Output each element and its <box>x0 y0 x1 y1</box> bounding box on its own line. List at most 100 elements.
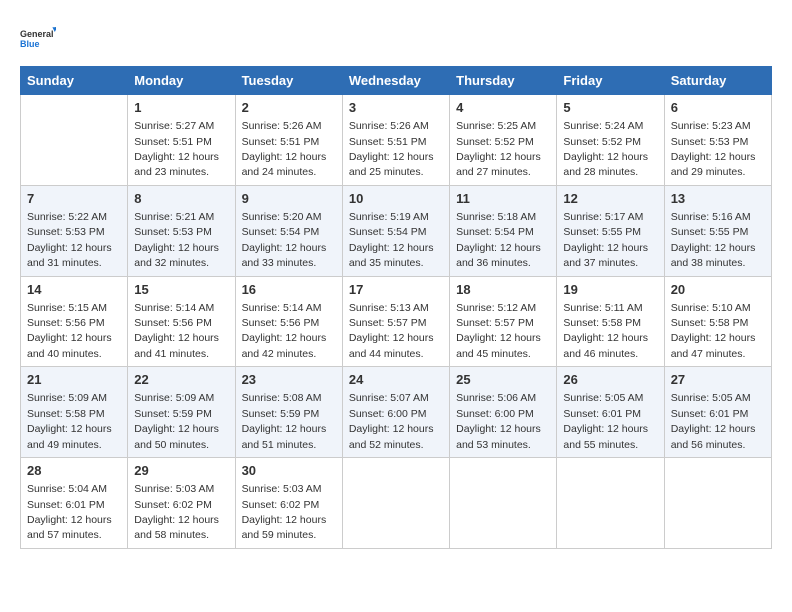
col-header-tuesday: Tuesday <box>235 67 342 95</box>
calendar-cell: 19Sunrise: 5:11 AMSunset: 5:58 PMDayligh… <box>557 276 664 367</box>
calendar-cell: 11 Sunrise: 5:18 AMSunset: 5:54 PMDayligh… <box>450 185 557 276</box>
col-header-thursday: Thursday <box>450 67 557 95</box>
calendar-cell: 14 Sunrise: 5:15 AMSunset: 5:56 PMDayligh… <box>21 276 128 367</box>
day-number: 15 <box>134 281 228 299</box>
day-info: Sunrise: 5:09 AMSunset: 5:59 PMDaylight:… <box>134 392 219 450</box>
day-number: 30 <box>242 462 336 480</box>
calendar-cell <box>664 458 771 549</box>
calendar-cell: 30 Sunrise: 5:03 AMSunset: 6:02 PMDayligh… <box>235 458 342 549</box>
day-number: 18 <box>456 281 550 299</box>
day-number: 5 <box>563 99 657 117</box>
day-info: Sunrise: 5:04 AMSunset: 6:01 PMDaylight:… <box>27 483 112 541</box>
calendar-cell <box>342 458 449 549</box>
calendar-cell: 21Sunrise: 5:09 AMSunset: 5:58 PMDayligh… <box>21 367 128 458</box>
day-number: 8 <box>134 190 228 208</box>
day-number: 11 <box>456 190 550 208</box>
calendar-cell: 12 Sunrise: 5:17 AMSunset: 5:55 PMDayligh… <box>557 185 664 276</box>
header: General Blue <box>20 20 772 56</box>
calendar-table: SundayMondayTuesdayWednesdayThursdayFrid… <box>20 66 772 549</box>
day-number: 1 <box>134 99 228 117</box>
day-info: Sunrise: 5:18 AMSunset: 5:54 PMDaylight:… <box>456 211 541 269</box>
day-info: Sunrise: 5:10 AMSunset: 5:58 PMDaylight:… <box>671 302 756 360</box>
day-number: 9 <box>242 190 336 208</box>
calendar-cell: 10Sunrise: 5:19 AMSunset: 5:54 PMDayligh… <box>342 185 449 276</box>
calendar-cell: 28 Sunrise: 5:04 AMSunset: 6:01 PMDayligh… <box>21 458 128 549</box>
calendar-cell: 4Sunrise: 5:25 AMSunset: 5:52 PMDaylight… <box>450 95 557 186</box>
calendar-cell <box>557 458 664 549</box>
day-number: 14 <box>27 281 121 299</box>
calendar-cell <box>21 95 128 186</box>
calendar-cell: 20Sunrise: 5:10 AMSunset: 5:58 PMDayligh… <box>664 276 771 367</box>
day-info: Sunrise: 5:23 AMSunset: 5:53 PMDaylight:… <box>671 120 756 178</box>
calendar-cell: 9 Sunrise: 5:20 AMSunset: 5:54 PMDaylight… <box>235 185 342 276</box>
calendar-cell: 1 Sunrise: 5:27 AMSunset: 5:51 PMDaylight… <box>128 95 235 186</box>
day-number: 4 <box>456 99 550 117</box>
day-number: 27 <box>671 371 765 389</box>
day-number: 6 <box>671 99 765 117</box>
calendar-cell: 24 Sunrise: 5:07 AMSunset: 6:00 PMDayligh… <box>342 367 449 458</box>
week-row: 7 Sunrise: 5:22 AMSunset: 5:53 PMDaylight… <box>21 185 772 276</box>
day-info: Sunrise: 5:03 AMSunset: 6:02 PMDaylight:… <box>242 483 327 541</box>
day-info: Sunrise: 5:17 AMSunset: 5:55 PMDaylight:… <box>563 211 648 269</box>
week-row: 14 Sunrise: 5:15 AMSunset: 5:56 PMDayligh… <box>21 276 772 367</box>
day-info: Sunrise: 5:03 AMSunset: 6:02 PMDaylight:… <box>134 483 219 541</box>
day-number: 25 <box>456 371 550 389</box>
week-row: 28 Sunrise: 5:04 AMSunset: 6:01 PMDayligh… <box>21 458 772 549</box>
day-number: 24 <box>349 371 443 389</box>
day-info: Sunrise: 5:16 AMSunset: 5:55 PMDaylight:… <box>671 211 756 269</box>
calendar-cell: 6 Sunrise: 5:23 AMSunset: 5:53 PMDaylight… <box>664 95 771 186</box>
day-info: Sunrise: 5:08 AMSunset: 5:59 PMDaylight:… <box>242 392 327 450</box>
day-number: 23 <box>242 371 336 389</box>
day-info: Sunrise: 5:13 AMSunset: 5:57 PMDaylight:… <box>349 302 434 360</box>
week-row: 1 Sunrise: 5:27 AMSunset: 5:51 PMDaylight… <box>21 95 772 186</box>
calendar-cell: 8 Sunrise: 5:21 AMSunset: 5:53 PMDaylight… <box>128 185 235 276</box>
calendar-cell: 3 Sunrise: 5:26 AMSunset: 5:51 PMDaylight… <box>342 95 449 186</box>
day-number: 2 <box>242 99 336 117</box>
calendar-cell: 15Sunrise: 5:14 AMSunset: 5:56 PMDayligh… <box>128 276 235 367</box>
calendar-cell: 29Sunrise: 5:03 AMSunset: 6:02 PMDayligh… <box>128 458 235 549</box>
col-header-wednesday: Wednesday <box>342 67 449 95</box>
day-info: Sunrise: 5:27 AMSunset: 5:51 PMDaylight:… <box>134 120 219 178</box>
day-info: Sunrise: 5:26 AMSunset: 5:51 PMDaylight:… <box>349 120 434 178</box>
header-row: SundayMondayTuesdayWednesdayThursdayFrid… <box>21 67 772 95</box>
day-number: 13 <box>671 190 765 208</box>
logo-icon: General Blue <box>20 20 56 56</box>
calendar-cell: 5 Sunrise: 5:24 AMSunset: 5:52 PMDaylight… <box>557 95 664 186</box>
day-info: Sunrise: 5:21 AMSunset: 5:53 PMDaylight:… <box>134 211 219 269</box>
day-number: 3 <box>349 99 443 117</box>
day-info: Sunrise: 5:20 AMSunset: 5:54 PMDaylight:… <box>242 211 327 269</box>
svg-text:Blue: Blue <box>20 39 40 49</box>
calendar-cell: 2 Sunrise: 5:26 AMSunset: 5:51 PMDaylight… <box>235 95 342 186</box>
calendar-cell: 26Sunrise: 5:05 AMSunset: 6:01 PMDayligh… <box>557 367 664 458</box>
day-number: 16 <box>242 281 336 299</box>
day-info: Sunrise: 5:05 AMSunset: 6:01 PMDaylight:… <box>671 392 756 450</box>
day-info: Sunrise: 5:24 AMSunset: 5:52 PMDaylight:… <box>563 120 648 178</box>
calendar-cell: 25 Sunrise: 5:06 AMSunset: 6:00 PMDayligh… <box>450 367 557 458</box>
col-header-friday: Friday <box>557 67 664 95</box>
day-info: Sunrise: 5:26 AMSunset: 5:51 PMDaylight:… <box>242 120 327 178</box>
day-info: Sunrise: 5:15 AMSunset: 5:56 PMDaylight:… <box>27 302 112 360</box>
day-number: 22 <box>134 371 228 389</box>
col-header-monday: Monday <box>128 67 235 95</box>
day-info: Sunrise: 5:14 AMSunset: 5:56 PMDaylight:… <box>242 302 327 360</box>
calendar-cell: 7 Sunrise: 5:22 AMSunset: 5:53 PMDaylight… <box>21 185 128 276</box>
svg-text:General: General <box>20 29 54 39</box>
day-info: Sunrise: 5:19 AMSunset: 5:54 PMDaylight:… <box>349 211 434 269</box>
calendar-cell: 17 Sunrise: 5:13 AMSunset: 5:57 PMDayligh… <box>342 276 449 367</box>
day-number: 26 <box>563 371 657 389</box>
day-number: 28 <box>27 462 121 480</box>
day-number: 21 <box>27 371 121 389</box>
day-info: Sunrise: 5:12 AMSunset: 5:57 PMDaylight:… <box>456 302 541 360</box>
day-info: Sunrise: 5:06 AMSunset: 6:00 PMDaylight:… <box>456 392 541 450</box>
calendar-cell: 22 Sunrise: 5:09 AMSunset: 5:59 PMDayligh… <box>128 367 235 458</box>
day-number: 7 <box>27 190 121 208</box>
calendar-cell: 27 Sunrise: 5:05 AMSunset: 6:01 PMDayligh… <box>664 367 771 458</box>
day-info: Sunrise: 5:11 AMSunset: 5:58 PMDaylight:… <box>563 302 648 360</box>
day-number: 17 <box>349 281 443 299</box>
calendar-cell: 23 Sunrise: 5:08 AMSunset: 5:59 PMDayligh… <box>235 367 342 458</box>
day-info: Sunrise: 5:07 AMSunset: 6:00 PMDaylight:… <box>349 392 434 450</box>
calendar-cell: 13 Sunrise: 5:16 AMSunset: 5:55 PMDayligh… <box>664 185 771 276</box>
day-number: 12 <box>563 190 657 208</box>
calendar-cell: 16 Sunrise: 5:14 AMSunset: 5:56 PMDayligh… <box>235 276 342 367</box>
day-info: Sunrise: 5:22 AMSunset: 5:53 PMDaylight:… <box>27 211 112 269</box>
